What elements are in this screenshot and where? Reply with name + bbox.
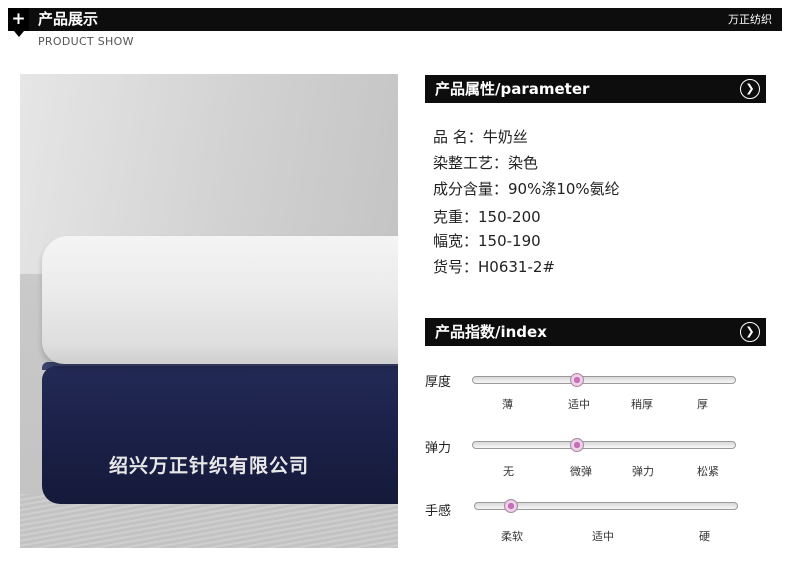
index-label-thickness: 厚度 xyxy=(425,375,452,390)
index-section-title: 产品指数/index xyxy=(435,323,547,341)
brand-name: 万正纺织 xyxy=(728,13,772,26)
param-width: 幅宽：150-190 xyxy=(433,232,541,250)
thickness-slider-track[interactable] xyxy=(472,376,736,384)
elasticity-slider-knob[interactable] xyxy=(570,438,584,452)
top-header-bar: + 产品展示 万正纺织 xyxy=(8,8,782,37)
hand-feel-tick-0: 柔软 xyxy=(501,530,523,543)
elasticity-tick-0: 无 xyxy=(503,465,514,478)
index-label-hand-feel: 手感 xyxy=(425,504,452,519)
hand-feel-tick-1: 适中 xyxy=(592,530,614,543)
param-item-number: 货号：H0631-2# xyxy=(433,258,555,276)
parameter-section-header: 产品属性/parameter ❯ xyxy=(425,75,766,103)
elasticity-tick-1: 微弹 xyxy=(570,465,592,478)
product-photo: 绍兴万正针织有限公司 xyxy=(20,74,398,548)
hand-feel-slider-knob[interactable] xyxy=(504,499,518,513)
param-finishing: 染整工艺：染色 xyxy=(433,154,539,172)
chevron-down-circle-icon[interactable]: ❯ xyxy=(740,322,760,342)
hand-feel-tick-2: 硬 xyxy=(699,530,710,543)
param-composition: 成分含量：90%涤10%氨纶 xyxy=(433,180,620,198)
elasticity-tick-2: 弹力 xyxy=(632,465,654,478)
thickness-tick-3: 厚 xyxy=(697,398,708,411)
index-label-elasticity: 弹力 xyxy=(425,441,452,456)
param-weight: 克重：150-200 xyxy=(433,208,541,226)
navy-fabric-fold xyxy=(42,366,398,504)
page-subtitle: PRODUCT SHOW xyxy=(38,35,134,48)
thickness-tick-0: 薄 xyxy=(502,398,513,411)
thickness-slider-knob[interactable] xyxy=(570,373,584,387)
elasticity-slider-track[interactable] xyxy=(472,441,736,449)
parameter-section-title: 产品属性/parameter xyxy=(435,80,590,98)
plus-icon[interactable]: + xyxy=(8,8,29,31)
thickness-tick-2: 稍厚 xyxy=(631,398,653,411)
page-title: 产品展示 xyxy=(38,10,99,28)
elasticity-tick-3: 松紧 xyxy=(697,465,719,478)
white-fabric-fold xyxy=(42,236,398,364)
thickness-tick-1: 适中 xyxy=(568,398,590,411)
photo-watermark: 绍兴万正针织有限公司 xyxy=(108,455,309,477)
chevron-down-circle-icon[interactable]: ❯ xyxy=(740,79,760,99)
index-section-header: 产品指数/index ❯ xyxy=(425,318,766,346)
param-name: 品 名：牛奶丝 xyxy=(433,128,528,146)
header-notch xyxy=(14,31,24,37)
